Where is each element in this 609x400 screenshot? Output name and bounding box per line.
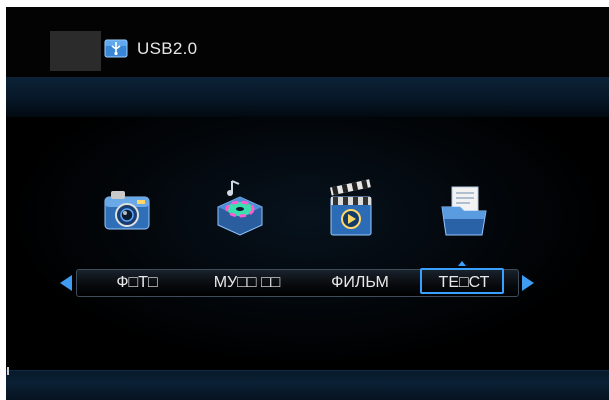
header-band xyxy=(6,77,609,117)
background-glow xyxy=(6,117,609,367)
arrow-right-icon[interactable] xyxy=(522,275,534,291)
document-folder-icon[interactable] xyxy=(436,177,492,241)
menu-item-photo[interactable]: Ф□Т□ xyxy=(102,273,172,293)
menu-item-music[interactable]: МУ□□ □□ xyxy=(202,273,292,293)
menu-item-movie[interactable]: ФИЛЬМ xyxy=(320,273,400,293)
selection-caret-icon xyxy=(458,261,466,266)
scroll-indicator xyxy=(7,367,9,375)
usb-drive-icon xyxy=(104,36,128,60)
thumbnail-placeholder xyxy=(50,31,101,71)
music-speaker-icon[interactable] xyxy=(212,177,268,241)
footer-band xyxy=(6,370,609,400)
menu-item-text[interactable]: ТЕ□СТ xyxy=(420,268,506,294)
arrow-left-icon[interactable] xyxy=(60,275,72,291)
device-title: USB2.0 xyxy=(137,39,198,58)
camera-icon[interactable] xyxy=(99,177,155,241)
media-player-screen: USB2.0 Ф□Т□ МУ□□ □□ ФИЛЬМ ТЕ□СТ xyxy=(6,7,609,400)
clapperboard-icon[interactable] xyxy=(323,177,379,241)
header: USB2.0 xyxy=(6,7,609,77)
